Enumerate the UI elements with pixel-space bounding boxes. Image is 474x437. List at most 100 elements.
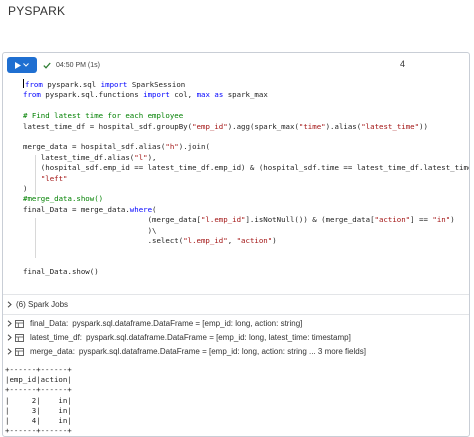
code-token: .select(	[23, 236, 184, 246]
code-token: latest_time_df = hospital_sdf.groupBy(	[23, 121, 193, 131]
code-line: latest_time_df.alias("l"),	[23, 153, 465, 163]
code-line: final_Data = merge_data.where(	[23, 205, 465, 215]
dataframe-type: pyspark.sql.dataframe.DataFrame = [emp_i…	[72, 319, 303, 328]
dataframe-type: pyspark.sql.dataframe.DataFrame = [emp_i…	[78, 347, 366, 356]
chevron-right-icon	[7, 301, 12, 308]
code-line: (merge_data["l.emp_id"].isNotNull()) & (…	[23, 215, 465, 225]
code-line: "left"	[23, 174, 465, 184]
spark-jobs-label: (6) Spark Jobs	[16, 300, 69, 309]
code-token: (hospital_sdf.emp_id == latest_time_df.e…	[23, 163, 470, 173]
code-token: "time"	[298, 121, 326, 131]
dataframe-name: latest_time_df:	[30, 333, 83, 342]
code-token: from	[25, 80, 43, 89]
dataframe-type: pyspark.sql.dataframe.DataFrame = [emp_i…	[86, 333, 351, 342]
output-line: | 3| in|	[5, 405, 72, 415]
divider	[3, 314, 469, 315]
chevron-right-icon[interactable]	[7, 348, 12, 355]
code-line: final_Data.show()	[23, 267, 465, 277]
run-cell-button[interactable]	[7, 57, 37, 73]
code-token: "l.emp_id"	[183, 236, 228, 246]
code-token: (merge_data[	[23, 215, 201, 225]
code-token: import	[143, 90, 170, 100]
code-token: spark_max	[223, 90, 268, 100]
code-token: ).agg(spark_max(	[227, 121, 299, 131]
code-line: from pyspark.sql.functions import col, m…	[23, 90, 465, 100]
chevron-right-icon[interactable]	[7, 320, 12, 327]
code-token: latest_time_df.alias(	[23, 152, 135, 162]
check-icon	[43, 62, 51, 69]
code-token: )	[23, 184, 28, 194]
code-token: col,	[169, 90, 197, 100]
code-token: "action"	[236, 236, 273, 246]
dataframe-row[interactable]: latest_time_df: pyspark.sql.dataframe.Da…	[7, 333, 351, 342]
code-token: SparkSession	[127, 80, 186, 89]
code-line: from pyspark.sql import SparkSession	[23, 79, 465, 90]
table-icon	[15, 319, 24, 328]
code-token: as	[214, 90, 224, 100]
code-token: ,	[227, 236, 237, 246]
code-line: )\	[23, 226, 465, 236]
chevron-right-icon[interactable]	[7, 334, 12, 341]
code-token: )	[450, 215, 455, 225]
code-token: ),	[147, 152, 157, 162]
code-token: max	[196, 90, 210, 100]
dataframe-name: final_Data:	[30, 319, 69, 328]
dataframe-row[interactable]: merge_data: pyspark.sql.dataframe.DataFr…	[7, 347, 366, 356]
page-title: PYSPARK	[8, 4, 66, 18]
code-token: )	[272, 236, 277, 246]
table-icon	[15, 333, 24, 342]
code-token: # Find latest time for each employee	[23, 111, 184, 121]
dataframe-row[interactable]: final_Data: pyspark.sql.dataframe.DataFr…	[7, 319, 302, 328]
code-line: .select("l.emp_id", "action")	[23, 236, 465, 246]
code-line: (hospital_sdf.emp_id == latest_time_df.e…	[23, 163, 469, 173]
code-token: import	[100, 80, 128, 89]
chevron-down-icon[interactable]	[23, 63, 29, 67]
output-line: +------+------+	[5, 426, 72, 436]
code-token: where	[129, 204, 153, 214]
code-token: pyspark.sql.functions	[40, 90, 144, 100]
play-icon	[15, 61, 21, 69]
output-line: |emp_id|action|	[5, 375, 72, 385]
output-line: | 4| in|	[5, 416, 72, 426]
code-token: "latest_time"	[361, 121, 420, 131]
code-token: final_Data.show()	[23, 267, 99, 277]
execution-time: 04:50 PM (1s)	[56, 61, 100, 69]
output-line: +------+------+	[5, 385, 72, 395]
code-token: "in"	[432, 215, 451, 225]
code-line: latest_time_df = hospital_sdf.groupBy("e…	[23, 122, 465, 132]
notebook-cell[interactable]: 04:50 PM (1s) 4 from pyspark.sql import …	[2, 52, 470, 437]
table-icon	[15, 347, 24, 356]
code-line: # Find latest time for each employee	[23, 111, 465, 121]
code-token: "l.emp_id"	[200, 215, 246, 225]
code-token: "left"	[40, 173, 68, 183]
code-token: ).alias(	[325, 121, 362, 131]
code-token: ).join(	[178, 142, 210, 152]
code-token: #merge_data.show()	[23, 194, 104, 204]
dataframe-name: merge_data:	[30, 347, 75, 356]
code-token: final_Data = merge_data.	[23, 204, 130, 214]
cell-output: +------+------+ |emp_id|action| +------+--…	[5, 365, 72, 436]
code-token: ] ==	[410, 215, 433, 225]
code-line: merge_data = hospital_sdf.alias("h").joi…	[23, 142, 465, 152]
code-token: "l"	[134, 152, 148, 162]
text-cursor	[23, 79, 24, 88]
code-token: "action"	[374, 215, 411, 225]
code-token: (	[152, 204, 157, 214]
spark-jobs-toggle[interactable]: (6) Spark Jobs	[7, 300, 68, 309]
code-editor[interactable]: from pyspark.sql import SparkSession from…	[23, 79, 469, 278]
code-token: "h"	[165, 142, 179, 152]
code-token: )\	[23, 225, 157, 235]
code-token: merge_data = hospital_sdf.alias(	[23, 142, 166, 152]
code-token: ))	[419, 121, 428, 131]
code-token: from	[23, 90, 41, 100]
code-line: )	[23, 184, 465, 194]
output-line: | 2| in|	[5, 395, 72, 405]
cell-number: 4	[399, 59, 405, 69]
divider	[3, 294, 469, 295]
code-line: #merge_data.show()	[23, 194, 465, 204]
